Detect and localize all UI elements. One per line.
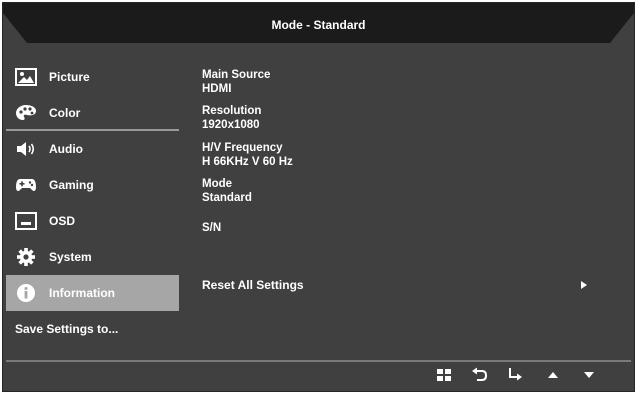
save-settings-item[interactable]: Save Settings to... <box>6 311 179 347</box>
divider <box>6 360 631 362</box>
reset-all-settings-row[interactable]: Reset All Settings <box>202 278 587 294</box>
header-bar: Mode - Standard <box>3 3 634 47</box>
resolution-info: Resolution 1920x1080 <box>202 104 261 132</box>
menu-grid-icon[interactable] <box>435 366 453 384</box>
mode-info: Mode Standard <box>202 177 252 205</box>
sidebar-item-label: System <box>49 250 92 264</box>
sidebar-item-label: Audio <box>49 142 83 156</box>
mode-label: Mode <box>202 178 233 190</box>
up-arrow-icon[interactable] <box>544 366 562 384</box>
info-icon <box>17 284 35 302</box>
palette-icon <box>16 105 36 120</box>
osd-menu: Mode - Standard Picture Color Audio Gami… <box>2 2 635 392</box>
resolution-label: Resolution <box>202 105 262 117</box>
osd-icon <box>15 212 37 230</box>
sidebar-menu: Picture Color Audio Gaming OSD System In… <box>6 59 179 347</box>
save-settings-label: Save Settings to... <box>15 322 119 336</box>
sidebar-item-system[interactable]: System <box>6 239 179 275</box>
sidebar-item-picture[interactable]: Picture <box>6 59 179 95</box>
frequency-label: H/V Frequency <box>202 142 283 154</box>
enter-icon[interactable] <box>506 366 524 384</box>
back-icon[interactable] <box>470 366 488 384</box>
sidebar-item-label: Information <box>49 286 115 300</box>
sidebar-item-osd[interactable]: OSD <box>6 203 179 239</box>
main-source-value: HDMI <box>202 83 232 95</box>
sidebar-item-label: OSD <box>49 214 76 228</box>
sidebar-item-audio[interactable]: Audio <box>6 131 179 167</box>
sidebar-item-information[interactable]: Information <box>6 275 179 311</box>
chevron-right-icon <box>581 281 587 289</box>
sidebar-item-color[interactable]: Color <box>6 95 179 131</box>
main-source-label: Main Source <box>202 69 271 81</box>
resolution-value: 1920x1080 <box>202 119 260 131</box>
gamepad-icon <box>16 179 36 191</box>
sidebar-item-gaming[interactable]: Gaming <box>6 167 179 203</box>
sn-label: S/N <box>202 222 222 234</box>
frequency-value: H 66KHz V 60 Hz <box>202 156 293 168</box>
gear-icon <box>17 248 35 266</box>
main-source-info: Main Source HDMI <box>202 68 270 96</box>
frequency-info: H/V Frequency H 66KHz V 60 Hz <box>202 141 293 169</box>
mode-value: Standard <box>202 192 252 204</box>
speaker-icon <box>17 142 35 156</box>
sidebar-item-label: Gaming <box>49 178 94 192</box>
mode-title: Mode - Standard <box>271 18 366 32</box>
down-arrow-icon[interactable] <box>580 366 598 384</box>
serial-number-info: S/N <box>202 221 221 235</box>
sidebar-item-label: Picture <box>49 70 90 84</box>
reset-all-settings-label: Reset All Settings <box>202 278 304 292</box>
picture-icon <box>15 68 37 86</box>
sidebar-item-label: Color <box>49 106 81 120</box>
